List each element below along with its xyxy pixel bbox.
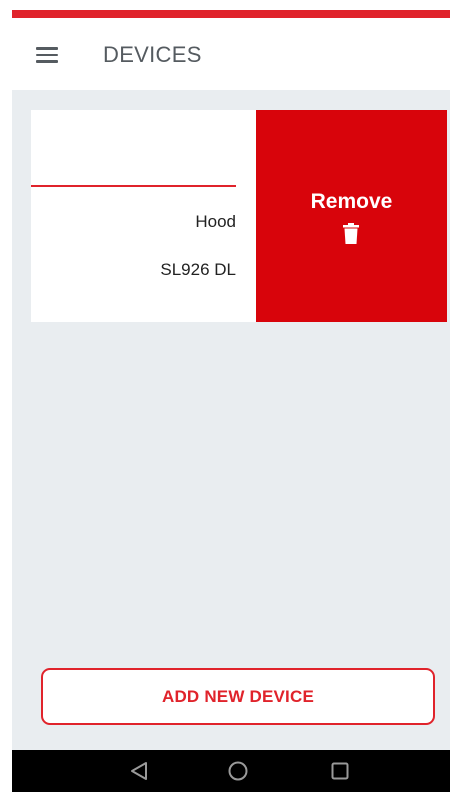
add-new-device-button[interactable]: ADD NEW DEVICE <box>41 668 435 725</box>
device-name: Hood <box>195 212 236 231</box>
device-model: SL926 DL <box>160 260 236 279</box>
remove-label: Remove <box>310 190 393 213</box>
back-icon[interactable] <box>130 761 148 781</box>
app-screen: DEVICES Hood SL926 DL Remove ADD NEW DEV… <box>12 0 450 792</box>
home-icon[interactable] <box>228 761 248 781</box>
device-divider <box>31 185 236 187</box>
status-bar <box>12 10 450 18</box>
device-info-panel[interactable]: Hood SL926 DL <box>31 110 256 322</box>
recents-icon[interactable] <box>331 762 349 780</box>
device-card[interactable]: Hood SL926 DL Remove <box>31 110 447 322</box>
app-bar: DEVICES <box>12 18 450 90</box>
device-list: Hood SL926 DL Remove ADD NEW DEVICE <box>12 90 450 750</box>
page-title: DEVICES <box>103 42 202 67</box>
trash-icon <box>343 223 359 244</box>
remove-button[interactable]: Remove <box>256 110 447 322</box>
add-new-device-label: ADD NEW DEVICE <box>161 686 315 706</box>
system-navigation-bar <box>12 750 450 792</box>
hamburger-menu-icon[interactable] <box>36 47 58 63</box>
